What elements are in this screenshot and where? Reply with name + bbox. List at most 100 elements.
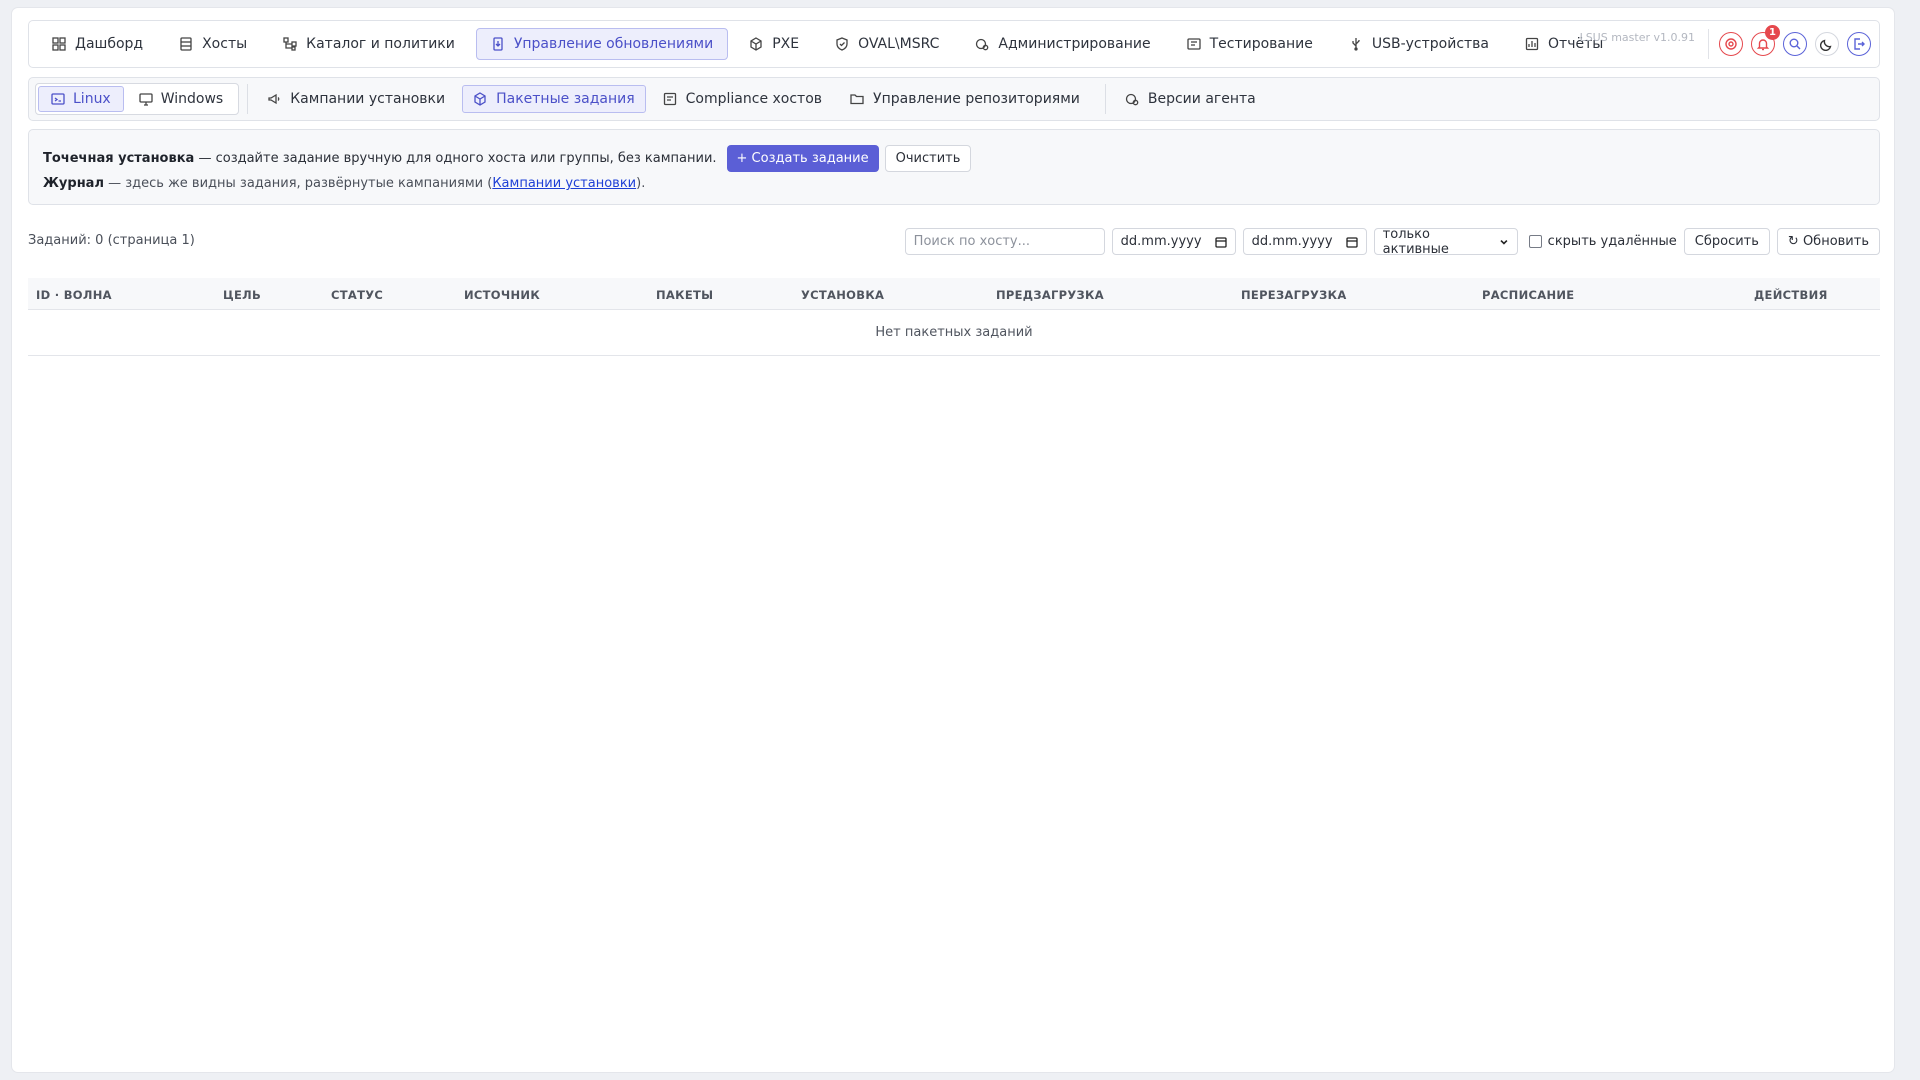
logout-icon [1854,38,1865,50]
status-filter-value: только активные [1382,226,1449,257]
os-windows-label: Windows [160,91,224,107]
clear-button[interactable]: Очистить [884,145,972,172]
subnav-batch-jobs-label: Пакетные задания [496,91,635,107]
nav-hosts[interactable]: Хосты [164,28,262,60]
col-schedule[interactable]: РАСПИСАНИЕ [1482,288,1574,302]
date-to-value: dd.mm.yyyy [1251,234,1333,249]
col-status[interactable]: СТАТУС [331,288,383,302]
targeted-install-text: — создайте задание вручную для одного хо… [194,151,717,166]
logout-button[interactable] [1847,32,1871,56]
col-packages[interactable]: ПАКЕТЫ [656,288,713,302]
hide-deleted-label: скрыть удалённые [1547,234,1677,249]
col-id-wave[interactable]: ID · ВОЛНА [36,288,112,302]
status-filter-select[interactable]: только активные [1373,226,1518,257]
search-button[interactable] [1783,32,1807,56]
package-icon [474,92,486,106]
sub-navigation: Linux Windows Кампании установки Пакетны… [28,77,1880,121]
subnav-agent-versions-label: Версии агента [1147,91,1256,107]
nav-pxe[interactable]: PXE [734,28,814,60]
journal-text-end: ). [636,176,646,191]
reset-button[interactable]: Сбросить [1683,228,1770,255]
date-from-value: dd.mm.yyyy [1120,234,1202,249]
hide-deleted-toggle[interactable]: скрыть удалённые [1528,234,1677,249]
subnav-agent-versions[interactable]: Версии агента [1114,85,1267,113]
subnav-campaigns-label: Кампании установки [290,91,446,107]
list-check-icon [663,92,676,106]
notification-badge: 1 [1765,25,1780,40]
subnav-repositories[interactable]: Управление репозиториями [839,85,1091,113]
col-source[interactable]: ИСТОЧНИК [464,288,540,302]
nav-catalog[interactable]: Каталог и политики [268,28,470,60]
create-job-button[interactable]: + Создать задание [726,145,879,172]
notifications-button[interactable]: 1 [1751,25,1780,56]
targeted-install-title: Точечная установка [43,151,195,166]
nav-usb[interactable]: USB-устройства [1334,28,1504,60]
lifebuoy-icon [1725,38,1737,50]
refresh-button[interactable]: ↻ Обновить [1776,228,1880,255]
test-icon [1186,38,1201,50]
col-install[interactable]: УСТАНОВКА [801,288,884,302]
campaigns-link[interactable]: Кампании установки [492,176,636,191]
nav-divider [1708,29,1709,59]
col-target[interactable]: ЦЕЛЬ [223,288,261,302]
jobs-table-header: ID · ВОЛНА ЦЕЛЬ СТАТУС ИСТОЧНИК ПАКЕТЫ У… [28,278,1880,310]
subnav-repositories-label: Управление репозиториями [873,91,1080,107]
app-window: Дашборд Хосты Каталог и политики Управле… [12,8,1894,1072]
nav-oval-label: OVAL\MSRC [858,36,940,52]
calendar-icon [1346,236,1358,248]
os-linux-tab[interactable]: Linux [38,86,124,112]
theme-toggle-button[interactable] [1815,32,1839,56]
filter-toolbar: Поиск по хосту... dd.mm.yyyy dd.mm.yyyy … [904,226,1880,257]
folder-icon [850,94,864,105]
nav-hosts-label: Хосты [202,36,248,52]
moon-icon [1820,39,1832,51]
nav-updates-label: Управление обновлениями [513,36,714,52]
nav-dashboard-label: Дашборд [75,36,144,52]
date-from-input[interactable]: dd.mm.yyyy [1111,228,1236,255]
date-to-input[interactable]: dd.mm.yyyy [1242,228,1367,255]
os-switch: Linux Windows [35,83,240,115]
hierarchy-icon [283,37,297,51]
support-button[interactable] [1719,32,1743,56]
header-actions: 1 [1719,25,1871,56]
os-linux-label: Linux [73,91,111,107]
jobs-count: Заданий: 0 (страница 1) [28,233,195,248]
info-panel: Точечная установка — создайте задание вр… [28,129,1880,205]
journal-text: — здесь же видны задания, развёрнутые ка… [103,176,493,191]
nav-dashboard[interactable]: Дашборд [37,28,158,60]
subnav-divider [247,84,249,114]
update-icon [493,37,503,51]
nav-catalog-label: Каталог и политики [306,36,455,52]
hide-deleted-checkbox[interactable] [1528,235,1542,248]
table-empty-row: Нет пакетных заданий [28,310,1880,356]
shield-icon [836,37,848,51]
nav-pxe-label: PXE [772,36,800,52]
report-icon [1525,37,1539,51]
nav-testing[interactable]: Тестирование [1172,28,1328,60]
journal-title: Журнал [43,176,104,191]
search-icon [1789,38,1801,50]
os-windows-tab[interactable]: Windows [126,86,237,112]
nav-oval[interactable]: OVAL\MSRC [820,28,954,60]
agent-icon [1125,93,1139,106]
monitor-icon [139,93,153,106]
subnav-compliance-label: Compliance хостов [685,91,823,107]
col-reboot[interactable]: ПЕРЕЗАГРУЗКА [1241,288,1347,302]
col-actions[interactable]: ДЕЙСТВИЯ [1754,288,1828,302]
subnav-campaigns[interactable]: Кампании установки [256,85,456,113]
calendar-icon [1215,236,1227,248]
col-preload[interactable]: ПРЕДЗАГРУЗКА [996,288,1104,302]
nav-updates[interactable]: Управление обновлениями [475,28,729,60]
megaphone-icon [268,93,280,105]
subnav-compliance[interactable]: Compliance хостов [652,85,833,113]
version-label: LSUS master v1.0.91 [1579,31,1695,44]
subnav-batch-jobs[interactable]: Пакетные задания [462,85,646,113]
chevron-down-icon [1500,239,1508,245]
top-navigation: Дашборд Хосты Каталог и политики Управле… [28,20,1880,68]
nav-admin[interactable]: Администрирование [960,28,1165,60]
subnav-divider-2 [1104,84,1106,114]
host-search-input[interactable]: Поиск по хосту... [904,228,1105,255]
info-line-targeted: Точечная установка — создайте задание вр… [43,145,972,172]
empty-message: Нет пакетных заданий [875,325,1033,340]
usb-icon [1352,38,1360,51]
